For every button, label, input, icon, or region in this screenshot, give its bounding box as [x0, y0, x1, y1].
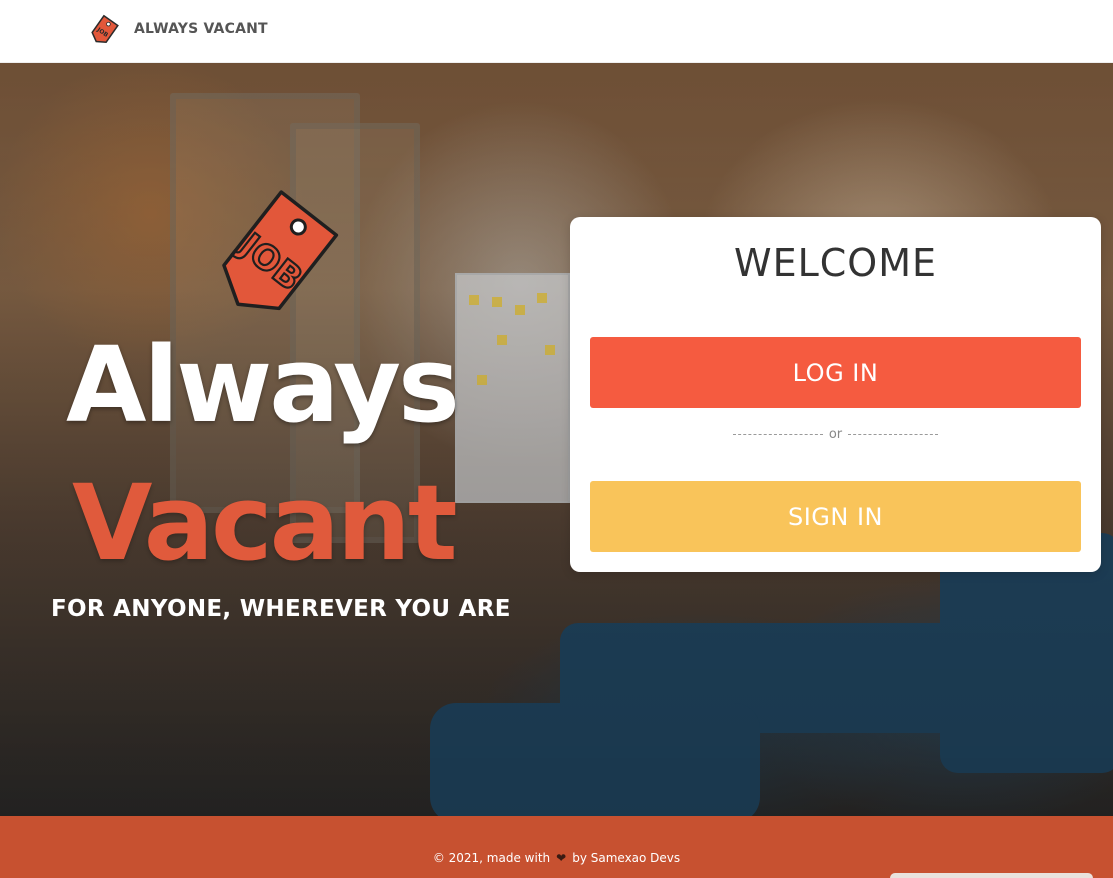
footer-copyright: © 2021, made with — [432, 851, 551, 865]
or-divider-text: or — [828, 426, 843, 442]
footer-credits: © 2021, made with ❤ by Samexao Devs — [433, 851, 680, 865]
corner-tab — [890, 873, 1093, 878]
signin-button[interactable]: SIGN IN — [590, 481, 1081, 552]
top-navbar: JOB ALWAYS VACANT — [0, 0, 1113, 63]
login-button[interactable]: LOG IN — [590, 337, 1081, 408]
welcome-heading: WELCOME — [734, 241, 937, 285]
footer-author: by Samexao Devs — [572, 851, 681, 865]
page-footer: © 2021, made with ❤ by Samexao Devs — [0, 816, 1113, 878]
brand-link[interactable]: JOB ALWAYS VACANT — [88, 12, 268, 46]
hero-title-vacant: Vacant — [72, 462, 458, 584]
heart-icon: ❤ — [556, 851, 567, 865]
or-divider: or — [733, 425, 938, 443]
welcome-card: WELCOME LOG IN or SIGN IN — [570, 217, 1101, 572]
hero-title-always: Always — [66, 324, 460, 446]
hero-tagline: FOR ANYONE, WHEREVER YOU ARE — [51, 596, 511, 622]
job-tag-logo: JOB — [222, 190, 339, 311]
brand-name: ALWAYS VACANT — [134, 21, 268, 37]
job-tag-icon: JOB — [91, 14, 119, 44]
